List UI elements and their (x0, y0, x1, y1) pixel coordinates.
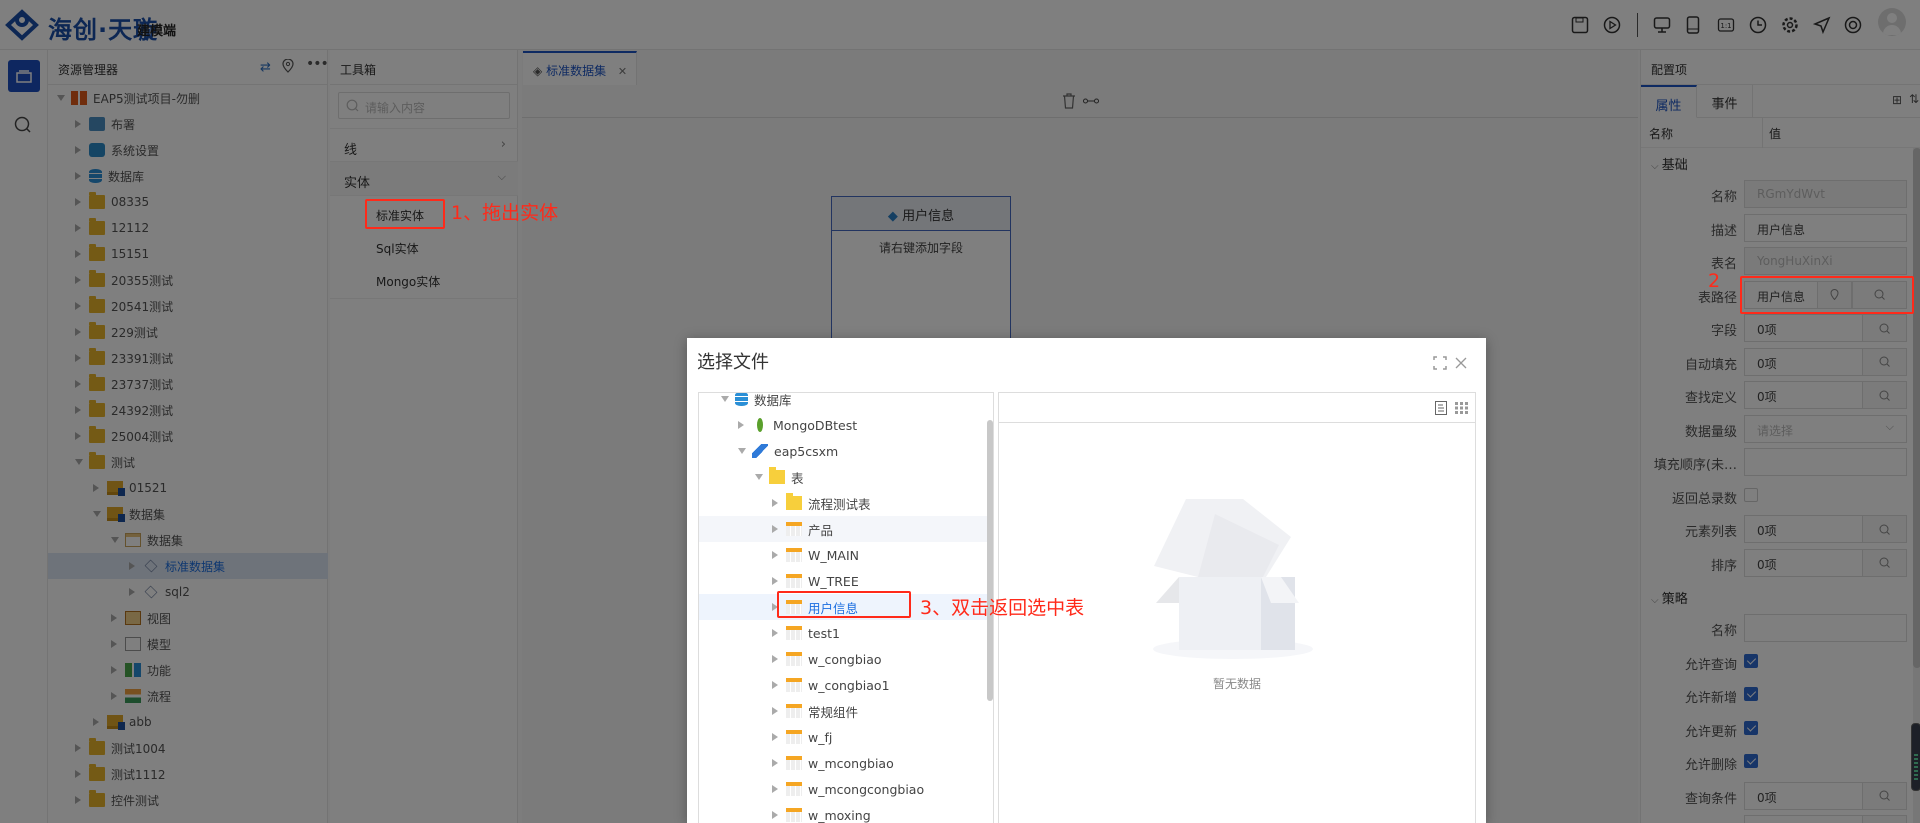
tree-row[interactable]: w_congbiao1 (699, 672, 993, 698)
caret-right-icon[interactable] (772, 681, 778, 689)
tree-row[interactable]: w_mcongcongbiao (699, 776, 993, 802)
caret-right-icon[interactable] (772, 551, 778, 559)
tree-row[interactable]: w_fj (699, 724, 993, 750)
tree-label: w_mcongbiao (808, 755, 894, 771)
tree-row[interactable]: 流程测试表 (699, 490, 993, 516)
yfolder-icon (769, 467, 785, 484)
annotation-box-3 (777, 591, 911, 618)
table-icon (786, 548, 802, 562)
empty-text: 暂无数据 (1212, 677, 1261, 691)
tree-label: MongoDBtest (773, 417, 858, 433)
tree-label: w_congbiao (808, 651, 882, 667)
annotation-step-3: 3、双击返回选中表 (920, 597, 1085, 619)
table-icon (786, 782, 802, 796)
grid-view-icon[interactable] (1455, 402, 1468, 414)
caret-right-icon[interactable] (738, 421, 744, 429)
table-icon (786, 574, 802, 588)
annotation-step-1: 1、拖出实体 (451, 202, 559, 224)
caret-right-icon[interactable] (772, 655, 778, 663)
caret-right-icon[interactable] (772, 785, 778, 793)
tree-scrollbar[interactable] (987, 420, 993, 701)
caret-down-icon[interactable] (755, 474, 763, 480)
tree-row[interactable]: 产品 (699, 516, 993, 542)
table-icon (786, 756, 802, 770)
table-icon (786, 730, 802, 744)
tree-label: test1 (808, 625, 840, 641)
table-icon (786, 626, 802, 640)
tree-label: W_MAIN (808, 547, 859, 563)
annotation-box-2 (1740, 276, 1914, 314)
dialog-title: 选择文件 (697, 352, 769, 373)
tree-row[interactable]: 数据库 (699, 392, 993, 412)
tree-label: 数据库 (754, 392, 792, 408)
table-icon (786, 652, 802, 666)
tree-label: w_mcongcongbiao (808, 781, 925, 797)
tree-label: eap5csxm (774, 443, 839, 459)
tree-label: 产品 (808, 522, 834, 538)
tree-label: 常规组件 (808, 704, 859, 720)
tree-label: w_moxing (808, 807, 871, 823)
tree-row[interactable]: w_moxing (699, 802, 993, 823)
tree-row[interactable]: MongoDBtest (699, 412, 993, 438)
table-icon (786, 678, 802, 692)
caret-right-icon[interactable] (772, 733, 778, 741)
tree-row[interactable]: 表 (699, 464, 993, 490)
yfolder-icon (786, 493, 802, 510)
caret-right-icon[interactable] (772, 499, 778, 507)
caret-down-icon[interactable] (738, 448, 746, 454)
annotation-box-1 (365, 199, 445, 229)
tree-row[interactable]: eap5csxm (699, 438, 993, 464)
tree-row[interactable]: W_MAIN (699, 542, 993, 568)
empty-box-icon (1153, 499, 1313, 659)
caret-right-icon[interactable] (772, 759, 778, 767)
tree-row[interactable]: 常规组件 (699, 698, 993, 724)
caret-right-icon[interactable] (772, 577, 778, 585)
list-view-icon[interactable] (1435, 401, 1447, 415)
tree-label: 流程测试表 (808, 496, 871, 512)
select-file-dialog: 选择文件 数据库 MongoDBtest eap5csxm 表流程测试表产品 W_MAI… (687, 338, 1486, 823)
close-icon[interactable] (1454, 356, 1468, 370)
annotation-step-2: 2 (1708, 270, 1721, 292)
tree-row[interactable]: w_congbiao (699, 646, 993, 672)
caret-right-icon[interactable] (772, 707, 778, 715)
mysql-icon (752, 444, 768, 458)
table-icon (786, 704, 802, 718)
table-icon (786, 522, 802, 536)
caret-right-icon[interactable] (772, 811, 778, 819)
table-icon (786, 808, 802, 822)
tree-row[interactable]: w_mcongbiao (699, 750, 993, 776)
caret-down-icon[interactable] (721, 396, 729, 402)
tree-label: w_fj (808, 729, 833, 745)
caret-right-icon[interactable] (772, 629, 778, 637)
tree-label: 表 (791, 470, 804, 486)
tree-label: W_TREE (808, 573, 859, 589)
caret-right-icon[interactable] (772, 525, 778, 533)
mongo-icon (757, 418, 763, 432)
tree-row[interactable]: test1 (699, 620, 993, 646)
fullscreen-icon[interactable] (1433, 356, 1447, 370)
db-icon (735, 393, 748, 406)
tree-label: w_congbiao1 (808, 677, 890, 693)
